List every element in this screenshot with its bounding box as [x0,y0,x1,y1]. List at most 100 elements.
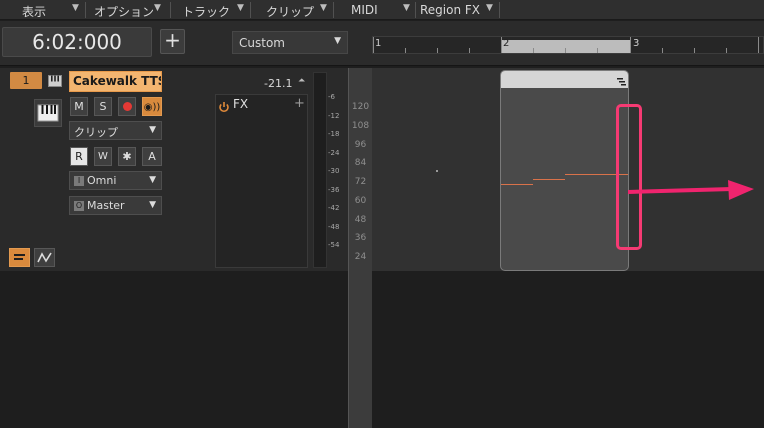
track-name[interactable]: Cakewalk TTS- [69,71,162,92]
write-automation-button[interactable]: W [94,147,112,166]
meter-tick: -6 [328,93,335,101]
menu-region-fx-label: Region FX [420,3,481,17]
menu-divider [85,2,86,18]
midi-note[interactable] [533,179,565,180]
fx-bin[interactable] [215,94,308,268]
level-meter [313,72,327,268]
ruler-tick [565,48,566,53]
peak-reset-icon[interactable]: ⏶ [298,76,305,86]
chevron-down-icon: ▼ [154,3,161,13]
loop-region[interactable] [501,40,631,53]
chevron-down-icon: ▼ [149,200,156,210]
menu-view[interactable]: 表示 ▼ [22,0,79,20]
star-button[interactable]: ✱ [118,147,136,166]
ruler-mark: 3 [633,38,640,49]
timeline-ruler[interactable]: 1 2 3 [372,36,764,54]
output-dropdown[interactable]: O Master ▼ [69,196,162,215]
output-dropdown-content: O Master [74,199,125,212]
midi-clip[interactable] [500,70,629,271]
preset-dropdown[interactable]: Custom ▼ [232,31,348,54]
chevron-down-icon: ▼ [320,3,327,13]
ruler-tick [630,37,631,53]
ruler-tick [726,48,727,53]
envelope-icon [37,252,52,263]
chevron-down-icon: ▼ [403,3,410,13]
menu-divider [499,2,500,18]
note-label: 108 [351,121,370,131]
ruler-mark: 2 [503,38,510,49]
note-label: 36 [354,233,367,243]
track-view-button[interactable] [9,248,30,267]
input-tag: I [74,176,84,186]
chevron-down-icon: ▼ [486,3,493,13]
menu-clip[interactable]: クリップ ▼ [266,0,336,20]
input-dropdown-content: I Omni [74,174,116,187]
menu-midi[interactable]: MIDI ▼ [351,0,421,20]
empty-track-area [0,271,348,428]
menu-clip-label: クリップ [266,5,315,19]
note-label: 96 [354,140,367,150]
add-fx-button[interactable]: + [294,96,305,111]
menu-midi-label: MIDI [351,3,378,17]
meter-tick: -36 [328,186,340,194]
note-label: 60 [354,196,367,206]
meter-tick: -24 [328,149,340,157]
clip-menu-icon[interactable] [615,73,627,86]
ruler-tick [405,48,406,53]
volume-value[interactable]: -21.1 [264,77,292,90]
menu-divider [415,2,416,18]
chevron-down-icon: ▼ [149,125,156,135]
menu-bar: 表示 ▼ オプション ▼ トラック ▼ クリップ ▼ MIDI ▼ Region… [0,0,764,20]
meter-tick: -30 [328,167,340,175]
arrow-icon [628,180,754,200]
ruler-tick [597,48,598,53]
menu-options[interactable]: オプション ▼ [94,0,164,20]
input-dropdown[interactable]: I Omni ▼ [69,171,162,190]
record-icon [122,102,132,111]
ruler-tick [533,48,534,53]
clip-header[interactable] [501,71,628,88]
note-label: 72 [354,177,367,187]
meter-tick: -18 [328,130,340,138]
menu-region-fx[interactable]: Region FX ▼ [420,0,500,20]
empty-clips-area [372,271,764,428]
solo-button[interactable]: S [94,97,112,116]
ruler-tick [469,48,470,53]
ruler-tick [501,37,502,53]
time-display[interactable]: 6:02:000 [2,27,152,57]
menu-divider [170,2,171,18]
ruler-tick [373,37,374,53]
midi-note[interactable] [501,184,533,185]
keyboard-icon[interactable] [34,99,62,127]
clip-select-dropdown[interactable]: クリップ ▼ [69,121,162,140]
fx-label: FX [233,97,249,111]
output-tag: O [74,201,84,211]
menu-track[interactable]: トラック ▼ [182,0,252,20]
input-echo-button[interactable]: ◉)) [142,97,162,116]
ruler-tick [662,48,663,53]
ruler-tick [694,48,695,53]
input-echo-icon: ◉)) [143,102,161,113]
meter-tick: -12 [328,112,340,120]
highlight-box [616,104,642,250]
ruler-mark: 1 [375,38,382,49]
meter-tick: -42 [328,204,340,212]
add-track-button[interactable]: + [160,29,185,54]
ruler-tick [758,37,759,53]
chevron-down-icon: ▼ [334,36,341,46]
keyboard-small-icon [48,73,62,87]
record-arm-button[interactable] [118,97,136,116]
automation-lane-button[interactable] [34,248,55,267]
ruler-tick [437,48,438,53]
menu-track-label: トラック [182,5,231,19]
automation-arm-button[interactable]: A [142,147,162,166]
power-icon[interactable] [218,98,230,113]
note-label: 24 [354,252,367,262]
track-number[interactable]: 1 [10,72,42,89]
chevron-down-icon: ▼ [237,3,244,13]
note-label: 48 [354,215,367,225]
menu-divider [333,2,334,18]
read-automation-button[interactable]: R [70,147,88,166]
lines-icon [14,254,25,260]
mute-button[interactable]: M [70,97,88,116]
